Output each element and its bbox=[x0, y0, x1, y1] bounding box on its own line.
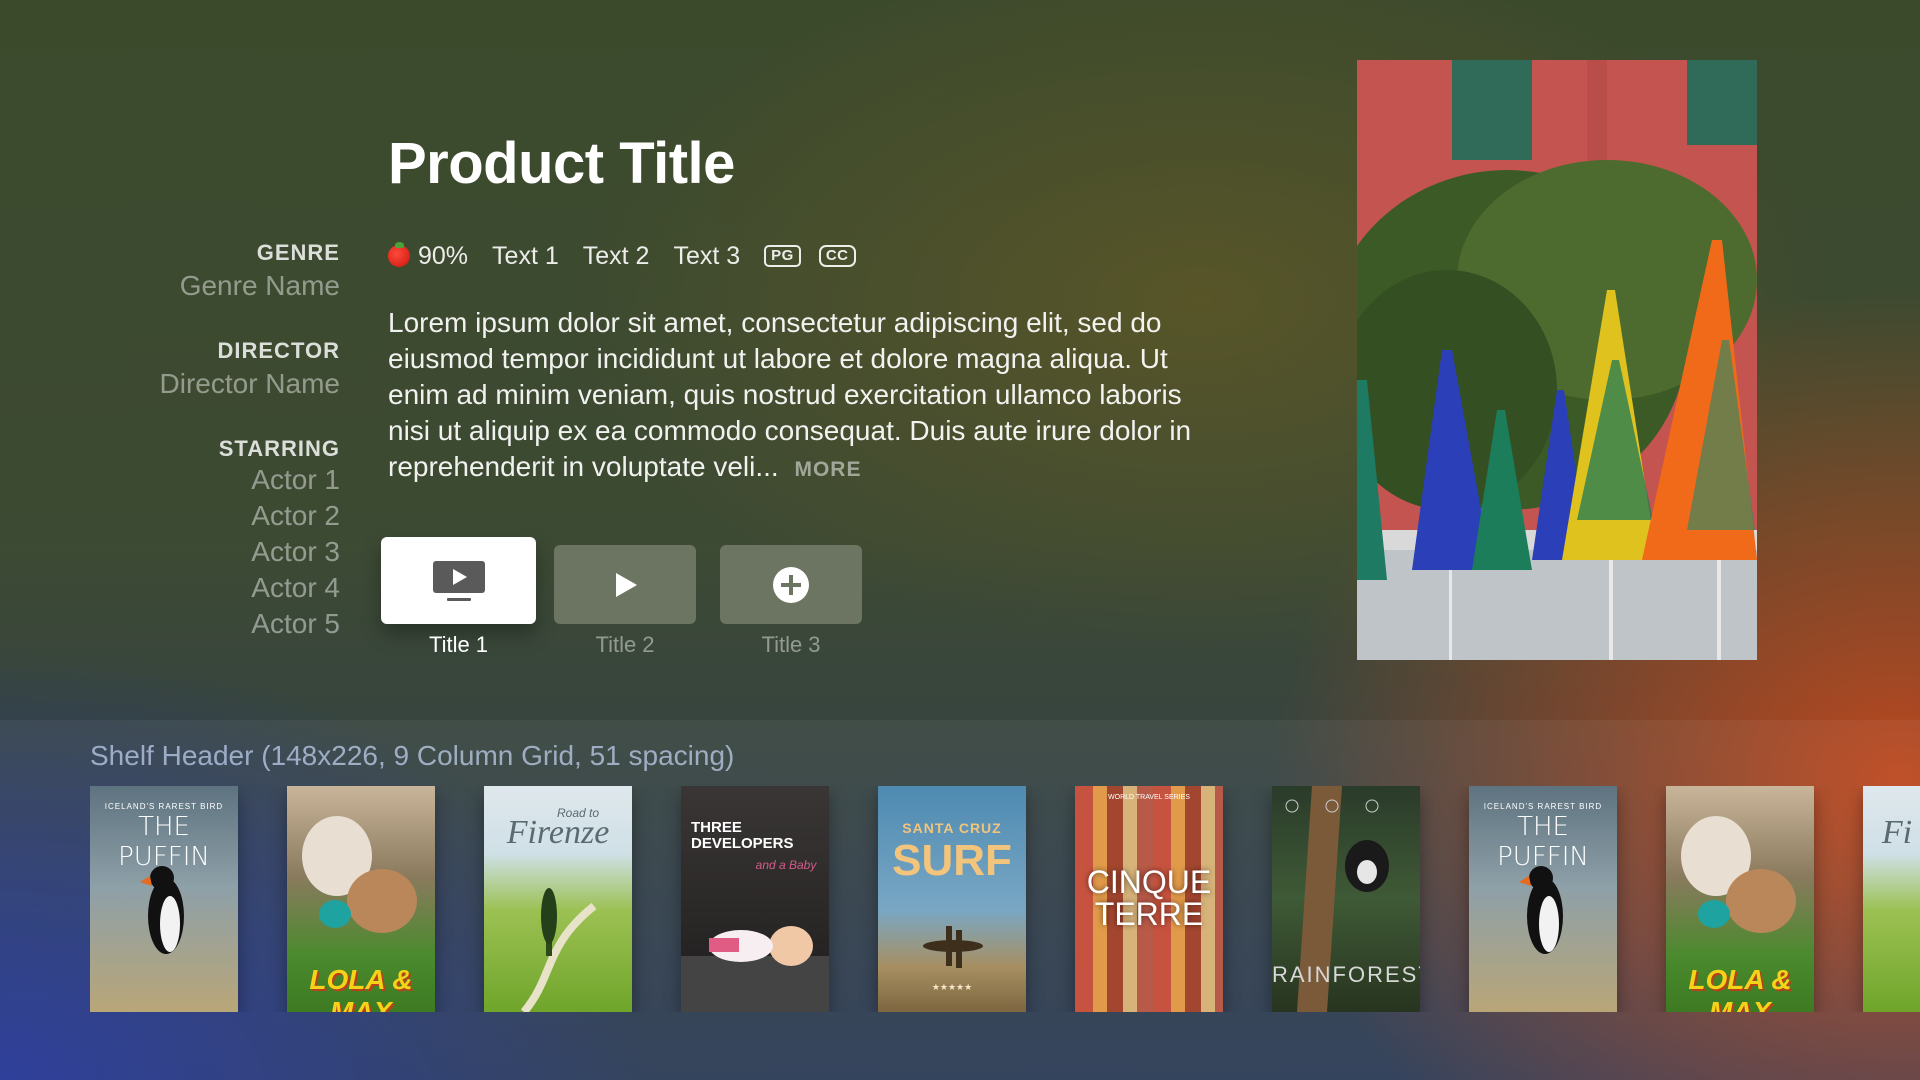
puffin-illustration bbox=[1519, 866, 1563, 954]
poster-title: Firenze bbox=[506, 814, 610, 851]
rating-percent: 90% bbox=[418, 241, 469, 270]
poster-subtitle: and a Baby bbox=[755, 858, 817, 872]
dogs-illustration bbox=[1681, 816, 1796, 933]
road-illustration bbox=[520, 888, 597, 1012]
product-title: Product Title bbox=[388, 131, 735, 196]
poster-title: THREE DEVELOPERS bbox=[691, 819, 794, 852]
actor-name: Actor 1 bbox=[251, 464, 340, 495]
dogs-illustration bbox=[302, 816, 417, 933]
poster-tagline: ICELAND'S RAREST BIRD bbox=[1483, 802, 1603, 811]
actor-name: Actor 2 bbox=[251, 500, 340, 531]
puffin-illustration bbox=[140, 866, 184, 954]
info-text: Text 2 bbox=[582, 241, 650, 270]
info-text: Text 3 bbox=[673, 241, 741, 270]
shelf-header: Shelf Header (148x226, 9 Column Grid, 51… bbox=[90, 740, 735, 771]
genre-value: Genre Name bbox=[179, 270, 340, 301]
title1-button[interactable] bbox=[381, 537, 536, 624]
poster-title: CINQUE TERRE bbox=[1086, 864, 1212, 932]
genre-label: GENRE bbox=[256, 240, 340, 265]
play-icon bbox=[616, 572, 637, 597]
more-link[interactable]: MORE bbox=[794, 458, 861, 481]
poster-tagline: WORLD TRAVEL SERIES bbox=[1108, 794, 1190, 801]
info-row: 90% Text 1 Text 2 Text 3 PG CC bbox=[388, 238, 874, 274]
pg-rating-badge: PG bbox=[764, 245, 801, 267]
poster-lola-max-2[interactable]: LOLA & MAX bbox=[1666, 786, 1814, 1012]
poster-surf[interactable]: SANTA CRUZ SURF ★★★★★ bbox=[878, 786, 1026, 1012]
director-label: DIRECTOR bbox=[217, 338, 340, 363]
poster-title: LOLA & MAX bbox=[309, 964, 413, 1012]
info-text: Text 1 bbox=[492, 241, 559, 270]
poster-puffin-2[interactable]: ICELAND'S RAREST BIRD THE PUFFIN bbox=[1469, 786, 1617, 1012]
poster-three-developers[interactable]: THREE DEVELOPERS and a Baby bbox=[681, 786, 829, 1012]
poster-firenze[interactable]: Road to Firenze bbox=[484, 786, 632, 1012]
cc-badge: CC bbox=[818, 245, 856, 267]
rating: 90% bbox=[388, 242, 468, 271]
starring-label: STARRING bbox=[218, 436, 340, 461]
product-poster bbox=[1357, 60, 1757, 660]
title2-button[interactable] bbox=[554, 545, 696, 624]
title3-button[interactable] bbox=[720, 545, 862, 624]
actor-name: Actor 4 bbox=[251, 572, 340, 603]
title2-label: Title 2 bbox=[595, 632, 655, 657]
tomato-icon bbox=[388, 242, 410, 267]
description: Lorem ipsum dolor sit amet, consectetur … bbox=[388, 305, 1198, 488]
poster-title: Fi bbox=[1881, 814, 1913, 851]
shelf: ICELAND'S RAREST BIRD THE PUFFIN LOLA & … bbox=[90, 786, 1920, 1012]
tv-play-icon bbox=[432, 560, 485, 601]
poster-rainforest[interactable]: RAINFOREST bbox=[1272, 786, 1420, 1012]
poster-firenze-2[interactable]: Fi bbox=[1863, 786, 1920, 1012]
poster-lola-max[interactable]: LOLA & MAX bbox=[287, 786, 435, 1012]
poster-tagline: ICELAND'S RAREST BIRD bbox=[104, 802, 224, 811]
poster-stars: ★★★★★ bbox=[931, 982, 973, 992]
actor-name: Actor 3 bbox=[251, 536, 340, 567]
baby-illustration bbox=[681, 926, 829, 1012]
poster-puffin[interactable]: ICELAND'S RAREST BIRD THE PUFFIN bbox=[90, 786, 238, 1012]
title3-label: Title 3 bbox=[761, 632, 821, 657]
poster-tagline: SANTA CRUZ bbox=[902, 820, 1002, 836]
poster-title: SURF bbox=[892, 836, 1012, 885]
metadata-panel: GENRE Genre Name DIRECTOR Director Name … bbox=[40, 240, 340, 642]
poster-title: LOLA & MAX bbox=[1688, 964, 1792, 1012]
plus-circle-icon bbox=[773, 566, 809, 603]
director-value: Director Name bbox=[159, 368, 340, 399]
actor-name: Actor 5 bbox=[251, 608, 340, 639]
surfers-illustration bbox=[923, 926, 983, 968]
title1-label: Title 1 bbox=[428, 632, 489, 657]
poster-title: RAINFOREST bbox=[1272, 962, 1420, 987]
poster-cinque-terre[interactable]: WORLD TRAVEL SERIES CINQUE TERRE bbox=[1075, 786, 1223, 1012]
description-text: Lorem ipsum dolor sit amet, consectetur … bbox=[388, 307, 1192, 482]
